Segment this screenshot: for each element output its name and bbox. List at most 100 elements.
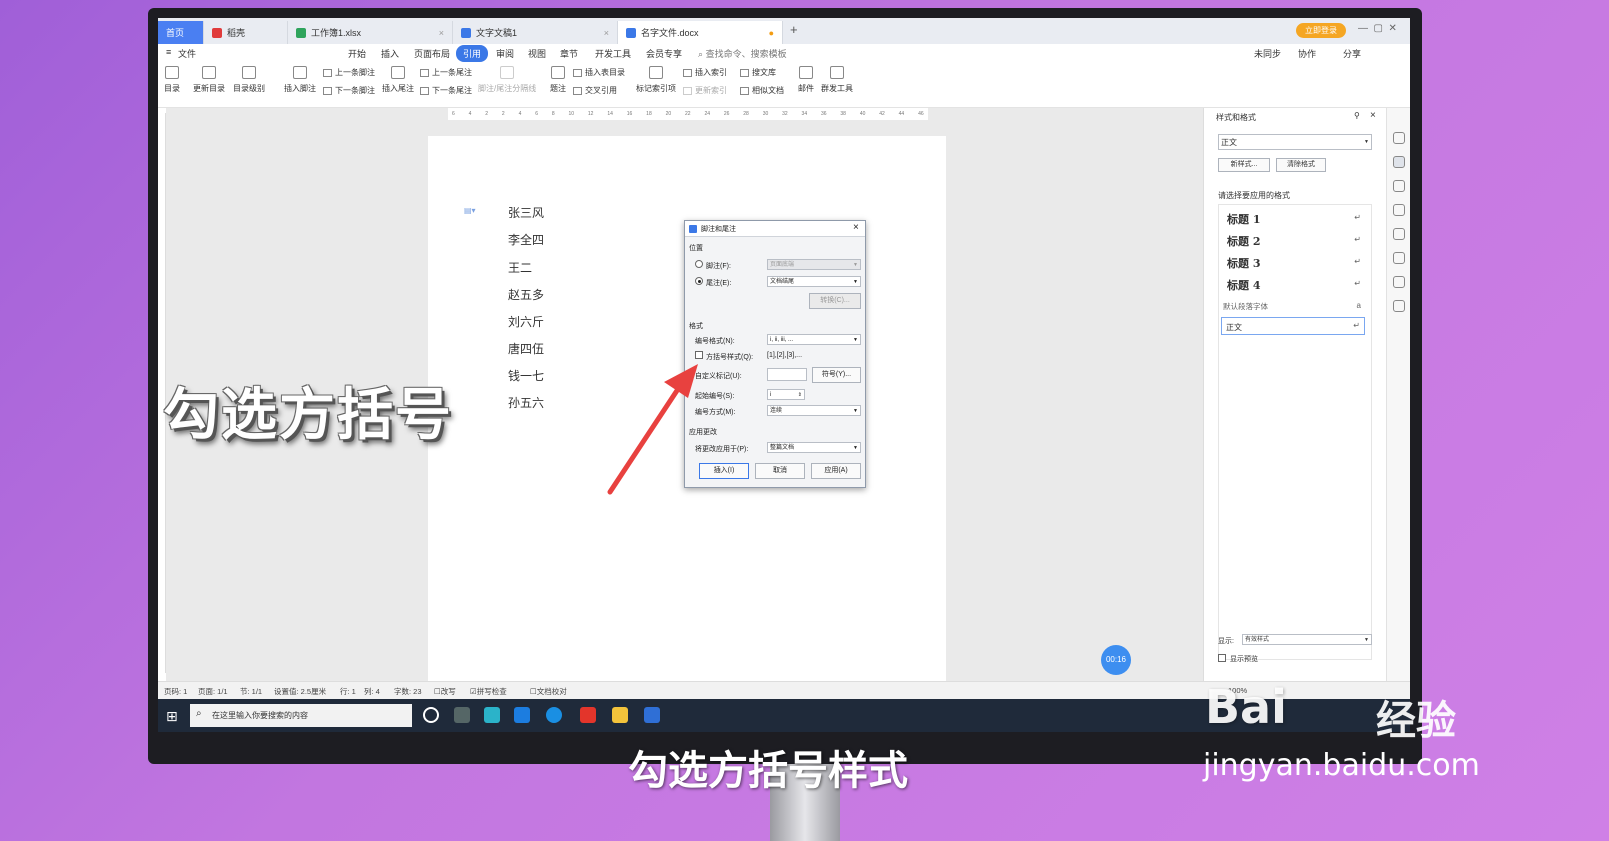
dialog-titlebar[interactable]: 脚注和尾注 × (685, 221, 865, 237)
menu-references[interactable]: 引用 (456, 45, 489, 62)
search-library-button[interactable]: 搜文库 (740, 67, 776, 78)
menu-file[interactable]: 文件 (178, 47, 196, 60)
menu-chapter[interactable]: 章节 (560, 47, 578, 60)
sogou-icon[interactable] (546, 707, 562, 723)
toc-button[interactable]: 目录 (164, 66, 180, 94)
horizontal-ruler[interactable]: 6 4 2 2 4 6 8 10 12 14 16 18 20 22 24 26 28 30 32 34 36 38 40 4… (448, 108, 928, 120)
tab-home[interactable]: 首页 (158, 21, 204, 44)
custom-mark-input[interactable] (767, 368, 807, 381)
prev-footnote-button[interactable]: 上一条脚注 (323, 67, 375, 78)
label: 题注 (550, 84, 566, 93)
edge-icon[interactable] (514, 707, 530, 723)
close-icon[interactable]: × (1370, 110, 1376, 121)
shape-icon[interactable] (1393, 132, 1405, 144)
insert-index-button[interactable]: 插入索引 (683, 67, 727, 78)
collab-button[interactable]: 协作 (1298, 47, 1316, 60)
separator-button[interactable]: 脚注/尾注分隔线 (478, 66, 536, 94)
style-heading-3[interactable]: 标题 3 (1227, 255, 1260, 271)
apply-to-select[interactable]: 整篇文档 ▼ (767, 442, 861, 453)
footnote-position-select[interactable]: 页面底端 ▼ (767, 259, 861, 270)
overwrite-toggle[interactable]: ☐改写 (434, 686, 456, 697)
update-toc-button[interactable]: 更新目录 (193, 66, 225, 94)
cross-ref-button[interactable]: 交叉引用 (573, 85, 617, 96)
new-style-button[interactable]: 新样式... (1218, 158, 1270, 172)
menu-review[interactable]: 审阅 (496, 47, 514, 60)
tab-docer[interactable]: 稻壳 (204, 21, 288, 44)
browser-icon[interactable] (484, 707, 500, 723)
media-icon[interactable] (644, 707, 660, 723)
menu-home[interactable]: 开始 (348, 47, 366, 60)
update-index-button[interactable]: 更新索引 (683, 85, 727, 96)
stepper-arrows-icon[interactable]: ⇕ (798, 390, 802, 400)
spell-check-toggle[interactable]: ☑拼写检查 (470, 686, 507, 697)
current-style-select[interactable]: 正文 ▼ (1218, 134, 1372, 150)
clear-format-button[interactable]: 清除格式 (1276, 158, 1326, 172)
ruler-tick: 10 (568, 111, 575, 117)
cursor-icon[interactable] (1393, 180, 1405, 192)
close-icon[interactable]: × (439, 28, 444, 38)
symbol-button[interactable]: 符号(Y)... (812, 367, 861, 383)
insert-endnote-button[interactable]: 插入尾注 (382, 66, 414, 94)
mass-tool-button[interactable]: 群发工具 (821, 66, 853, 94)
apply-button[interactable]: 应用(A) (811, 463, 861, 479)
task-view-icon[interactable] (423, 707, 439, 723)
show-preview-checkbox[interactable] (1218, 654, 1226, 662)
caption-button[interactable]: 题注 (550, 66, 566, 94)
menu-layout[interactable]: 页面布局 (414, 47, 450, 60)
windows-start-icon[interactable]: ⊞ (166, 708, 178, 725)
paragraph-handle-icon[interactable]: ▤▾ (464, 206, 476, 215)
similar-docs-button[interactable]: 相似文档 (740, 85, 784, 96)
start-number-stepper[interactable]: i ⇕ (767, 389, 805, 400)
cancel-button[interactable]: 取消 (755, 463, 805, 479)
footnote-radio[interactable] (695, 260, 703, 268)
folder-icon[interactable] (612, 707, 628, 723)
style-body[interactable]: 正文 ↵ (1221, 317, 1365, 335)
prev-endnote-button[interactable]: 上一条尾注 (420, 67, 472, 78)
style-heading-4[interactable]: 标题 4 (1227, 277, 1260, 293)
tab-writer1[interactable]: 文字文稿1 × (453, 21, 618, 44)
hamburger-icon[interactable]: ≡ (166, 47, 171, 57)
sync-button[interactable]: 未同步 (1254, 47, 1281, 60)
number-format-select[interactable]: i, ii, iii, ... ▼ (767, 334, 861, 345)
widgets-icon[interactable] (454, 707, 470, 723)
sliders-icon[interactable] (1393, 204, 1405, 216)
style-default-font[interactable]: 默认段落字体 (1223, 301, 1268, 312)
tab-workbook[interactable]: 工作簿1.xlsx × (288, 21, 453, 44)
new-tab-button[interactable]: + (790, 22, 798, 37)
command-search[interactable]: ⌕ 查找命令、搜索模板 (698, 47, 787, 60)
mail-button[interactable]: 邮件 (798, 66, 814, 94)
endnote-position-select[interactable]: 文档结尾 ▼ (767, 276, 861, 287)
menu-insert[interactable]: 插入 (381, 47, 399, 60)
menu-dev-tools[interactable]: 开发工具 (595, 47, 631, 60)
insert-footnote-button[interactable]: 插入脚注 (284, 66, 316, 94)
numbering-mode-select[interactable]: 连续 ▼ (767, 405, 861, 416)
style-heading-2[interactable]: 标题 2 (1227, 233, 1260, 249)
tab-active-doc[interactable]: 名字文件.docx ● (618, 21, 783, 44)
help-icon[interactable] (1393, 228, 1405, 240)
share-icon[interactable] (1393, 252, 1405, 264)
close-icon[interactable]: × (604, 28, 609, 38)
show-select[interactable]: 有效样式 ▼ (1242, 634, 1372, 645)
ruler-tick: 22 (685, 111, 691, 117)
endnote-radio[interactable] (695, 277, 703, 285)
toc-level-button[interactable]: 目录级别 (233, 66, 265, 94)
taskbar-search[interactable]: ⌕ 在这里输入你要搜索的内容 (190, 704, 412, 727)
wps-icon[interactable] (580, 707, 596, 723)
doc-proof-button[interactable]: ☐文档校对 (530, 686, 567, 697)
pen-icon[interactable] (1393, 156, 1405, 168)
login-button[interactable]: 立即登录 (1296, 23, 1346, 38)
insert-table-toc-button[interactable]: 插入表目录 (573, 67, 625, 78)
menu-view[interactable]: 视图 (528, 47, 546, 60)
location-icon[interactable] (1393, 276, 1405, 288)
close-icon[interactable]: × (853, 222, 859, 233)
next-endnote-button[interactable]: 下一条尾注 (420, 85, 472, 96)
pin-icon[interactable]: ⚲ (1354, 111, 1360, 120)
window-controls[interactable]: — ▢ ✕ (1358, 23, 1397, 34)
mark-index-button[interactable]: 标记索引项 (636, 66, 676, 94)
next-footnote-button[interactable]: 下一条脚注 (323, 85, 375, 96)
convert-button[interactable]: 转换(C)... (809, 293, 861, 309)
menu-member[interactable]: 会员专享 (646, 47, 682, 60)
share-button[interactable]: 分享 (1343, 47, 1361, 60)
layers-icon[interactable] (1393, 300, 1405, 312)
style-heading-1[interactable]: 标题 1 (1227, 211, 1260, 227)
